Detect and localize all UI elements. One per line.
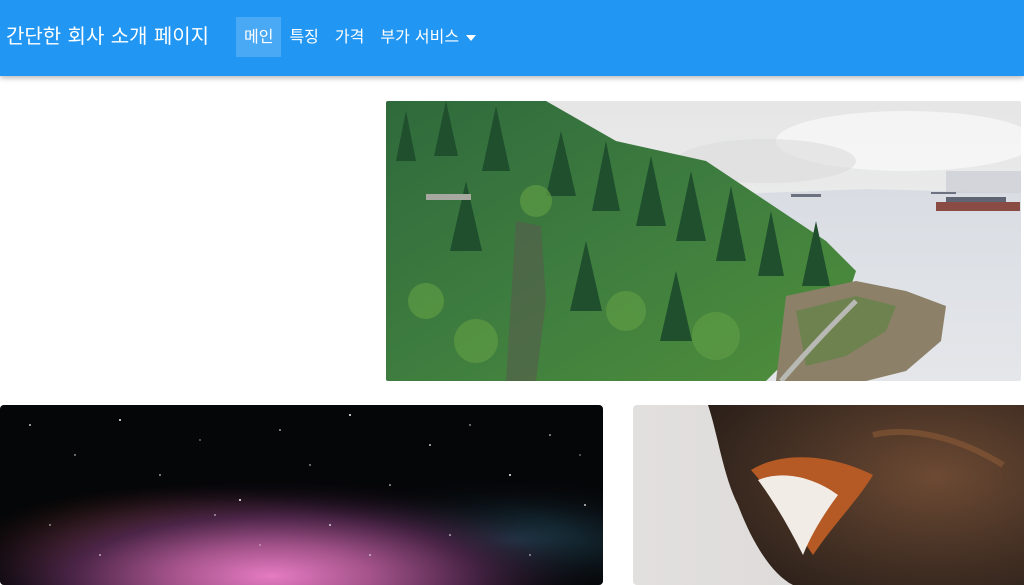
forest-coast-image (386, 101, 1021, 381)
milky-way-image (0, 405, 603, 585)
fox-fur-image (633, 405, 1024, 585)
nav-item-extra-services-dropdown[interactable]: 부가 서비스 (372, 17, 484, 57)
nav-menu: 메인 특징 가격 부가 서비스 (236, 17, 484, 57)
brand-title[interactable]: 간단한 회사 소개 페이지 (6, 22, 209, 50)
nav-item-features[interactable]: 특징 (281, 17, 326, 57)
nav-item-pricing[interactable]: 가격 (327, 17, 372, 57)
nav-item-main-label: 메인 (244, 27, 274, 46)
nav-item-features-label: 특징 (289, 27, 319, 46)
nav-item-extra-services-label: 부가 서비스 (380, 27, 460, 46)
nav-item-pricing-label: 가격 (334, 27, 365, 46)
caret-down-icon (466, 35, 477, 41)
nav-item-main[interactable]: 메인 (236, 17, 282, 57)
top-navbar: 간단한 회사 소개 페이지 메인 특징 가격 부가 서비스 (0, 0, 1024, 76)
